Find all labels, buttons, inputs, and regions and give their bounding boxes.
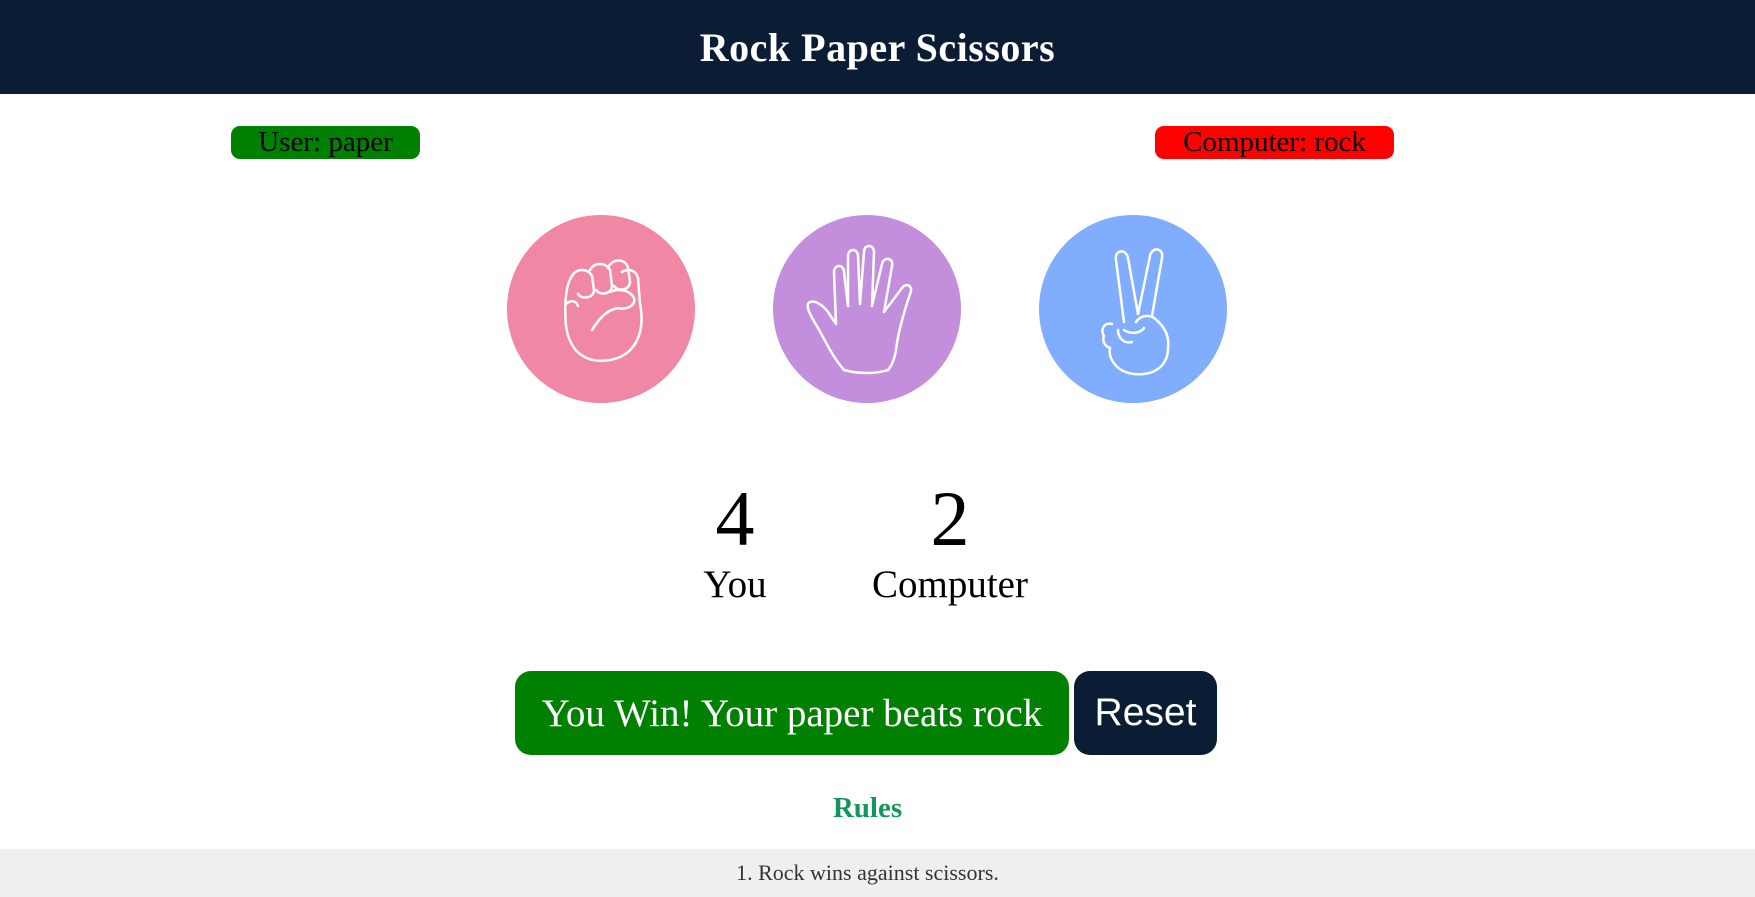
rules-heading: Rules xyxy=(832,792,903,824)
paper-choice-button[interactable] xyxy=(773,215,961,403)
computer-score: 2 Computer xyxy=(860,475,1040,607)
computer-score-value: 2 xyxy=(930,475,970,562)
user-choice-badge: User: paper xyxy=(231,126,420,159)
open-hand-icon xyxy=(806,244,913,375)
rock-choice-button[interactable] xyxy=(507,215,695,403)
page: Rock Paper Scissors User: paper Computer… xyxy=(0,0,1755,897)
rule-item: 1. Rock wins against scissors. xyxy=(736,860,999,885)
user-score-label: You xyxy=(703,563,767,606)
computer-choice-badge: Computer: rock xyxy=(1155,126,1394,159)
reset-button[interactable]: Reset xyxy=(1074,671,1217,755)
page-title: Rock Paper Scissors xyxy=(699,24,1056,70)
peace-sign-icon xyxy=(1101,248,1170,376)
rules-list: 1. Rock wins against scissors. xyxy=(0,849,1755,897)
computer-score-label: Computer xyxy=(872,563,1028,606)
fist-icon xyxy=(564,259,643,363)
user-score: 4 You xyxy=(680,475,790,607)
result-message: You Win! Your paper beats rock xyxy=(515,671,1069,755)
scissors-choice-button[interactable] xyxy=(1039,215,1227,403)
user-score-value: 4 xyxy=(715,475,755,562)
header-bar: Rock Paper Scissors xyxy=(0,0,1755,94)
